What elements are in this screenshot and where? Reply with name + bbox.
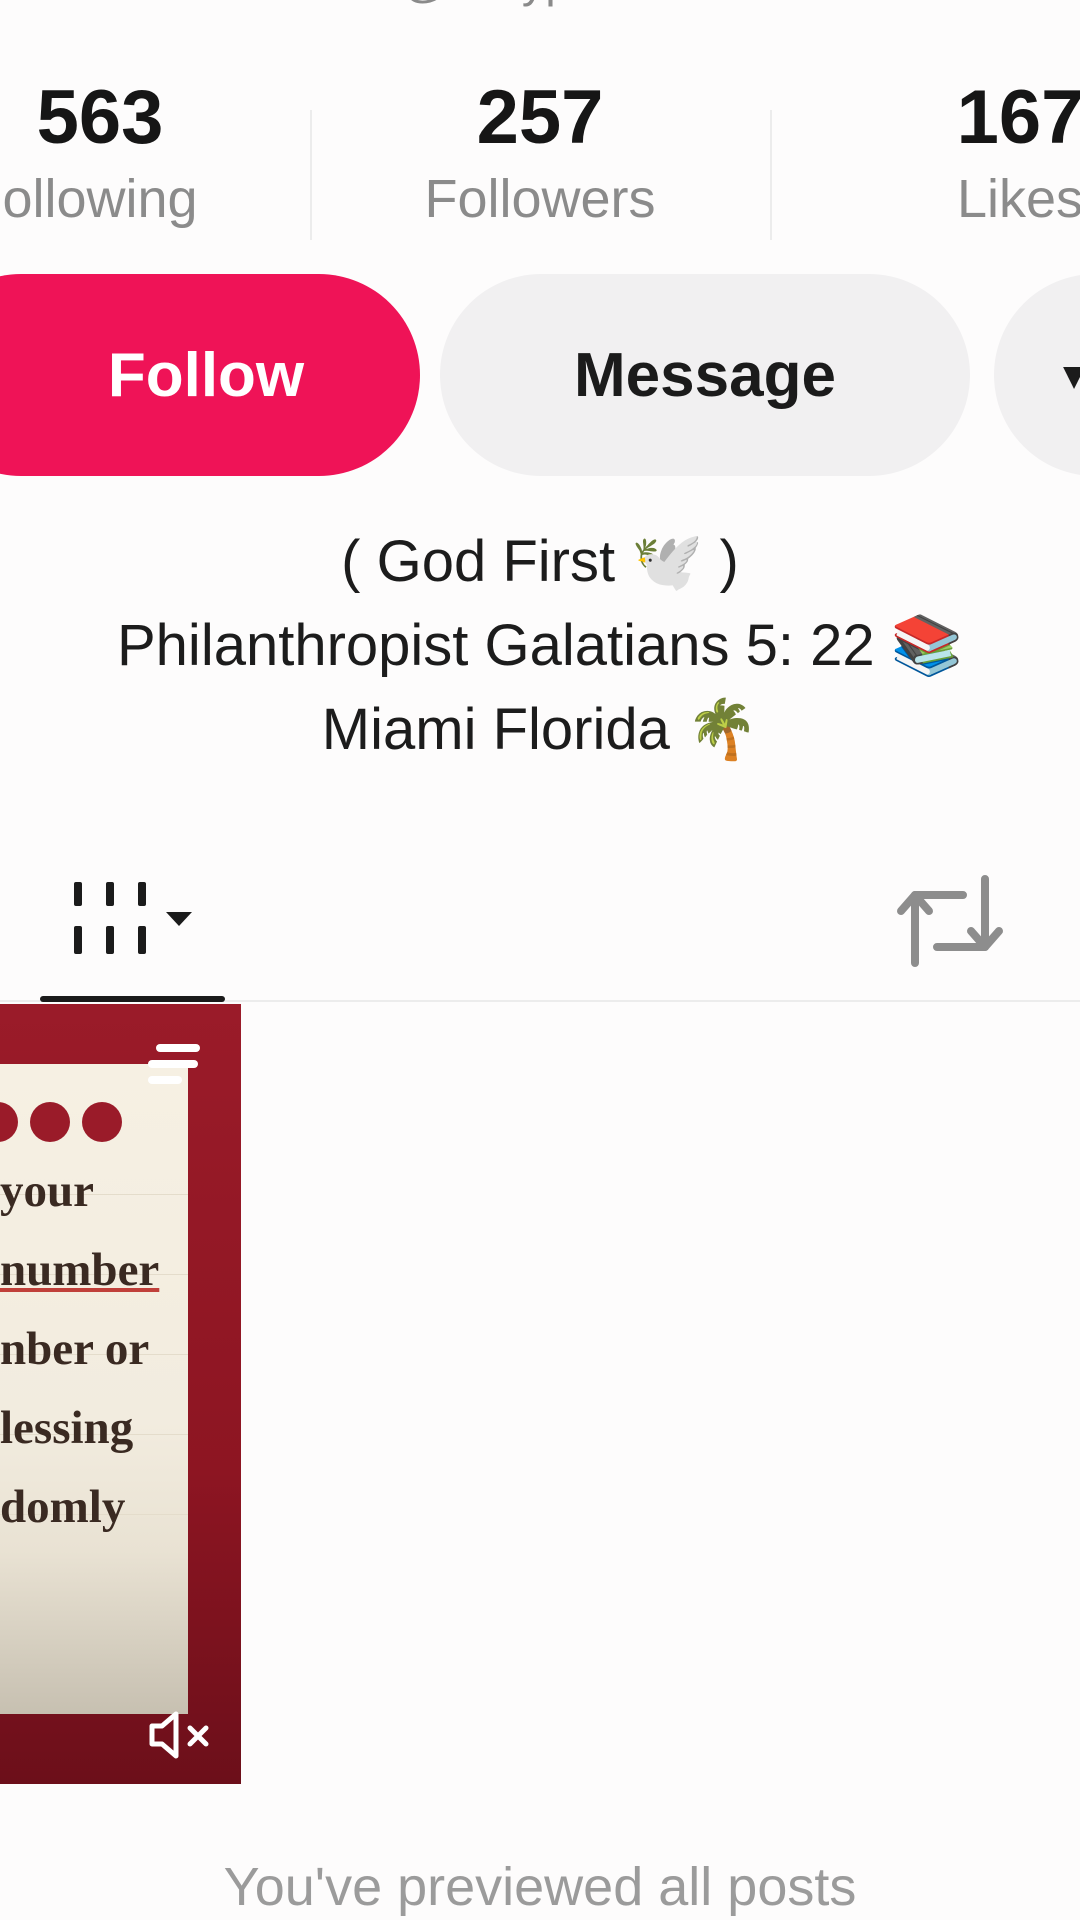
message-button[interactable]: Message: [440, 274, 970, 476]
active-tab-indicator: [40, 996, 225, 1002]
grid-dropdown-icon: [73, 882, 192, 954]
caption-line: lessing: [0, 1402, 134, 1454]
mute-icon[interactable]: [146, 1704, 216, 1764]
profile-handle: @dollyparton: [0, 0, 1080, 8]
bio-line-1: ( God First 🕊️ ): [341, 529, 739, 594]
caption-line: domly: [0, 1481, 126, 1533]
stat-following[interactable]: 563 ollowing: [0, 75, 240, 229]
following-label: ollowing: [2, 169, 198, 229]
follow-button[interactable]: Follow: [0, 274, 420, 476]
profile-stats: 563 ollowing 257 Followers 167 Likes: [0, 60, 1080, 240]
profile-page: @dollyparton 563 ollowing 257 Followers …: [0, 0, 1080, 1920]
tab-reposts[interactable]: [880, 840, 1020, 1002]
menu-lines-icon: [148, 1044, 200, 1084]
stat-divider: [770, 110, 772, 240]
likes-label: Likes: [956, 169, 1080, 229]
previewed-all-notice: You've previewed all posts: [223, 1857, 857, 1917]
caption-line: nber or: [0, 1323, 150, 1375]
stat-divider: [310, 110, 312, 240]
profile-bio: ( God First 🕊️ ) Philanthropist Galatian…: [0, 520, 1080, 772]
following-count: 563: [36, 75, 164, 160]
video-caption-text: your number nber or lessing domly: [0, 1152, 200, 1547]
content-tabs: [0, 840, 1080, 1002]
bio-line-2: Philanthropist Galatians 5: 22 📚: [116, 613, 963, 678]
tab-videos[interactable]: [40, 840, 225, 1002]
caption-line: your: [0, 1165, 94, 1217]
likes-count: 167: [956, 75, 1080, 160]
stat-followers[interactable]: 257 Followers: [400, 75, 680, 229]
followers-count: 257: [476, 75, 604, 160]
caption-line: number: [0, 1244, 160, 1296]
stat-likes[interactable]: 167 Likes: [920, 75, 1080, 229]
repost-icon: [897, 875, 1003, 967]
bio-line-3: Miami Florida 🌴: [321, 697, 759, 762]
followers-label: Followers: [424, 169, 656, 229]
more-options-button[interactable]: ▾: [994, 274, 1080, 476]
video-thumbnail[interactable]: your number nber or lessing domly: [0, 1004, 241, 1784]
